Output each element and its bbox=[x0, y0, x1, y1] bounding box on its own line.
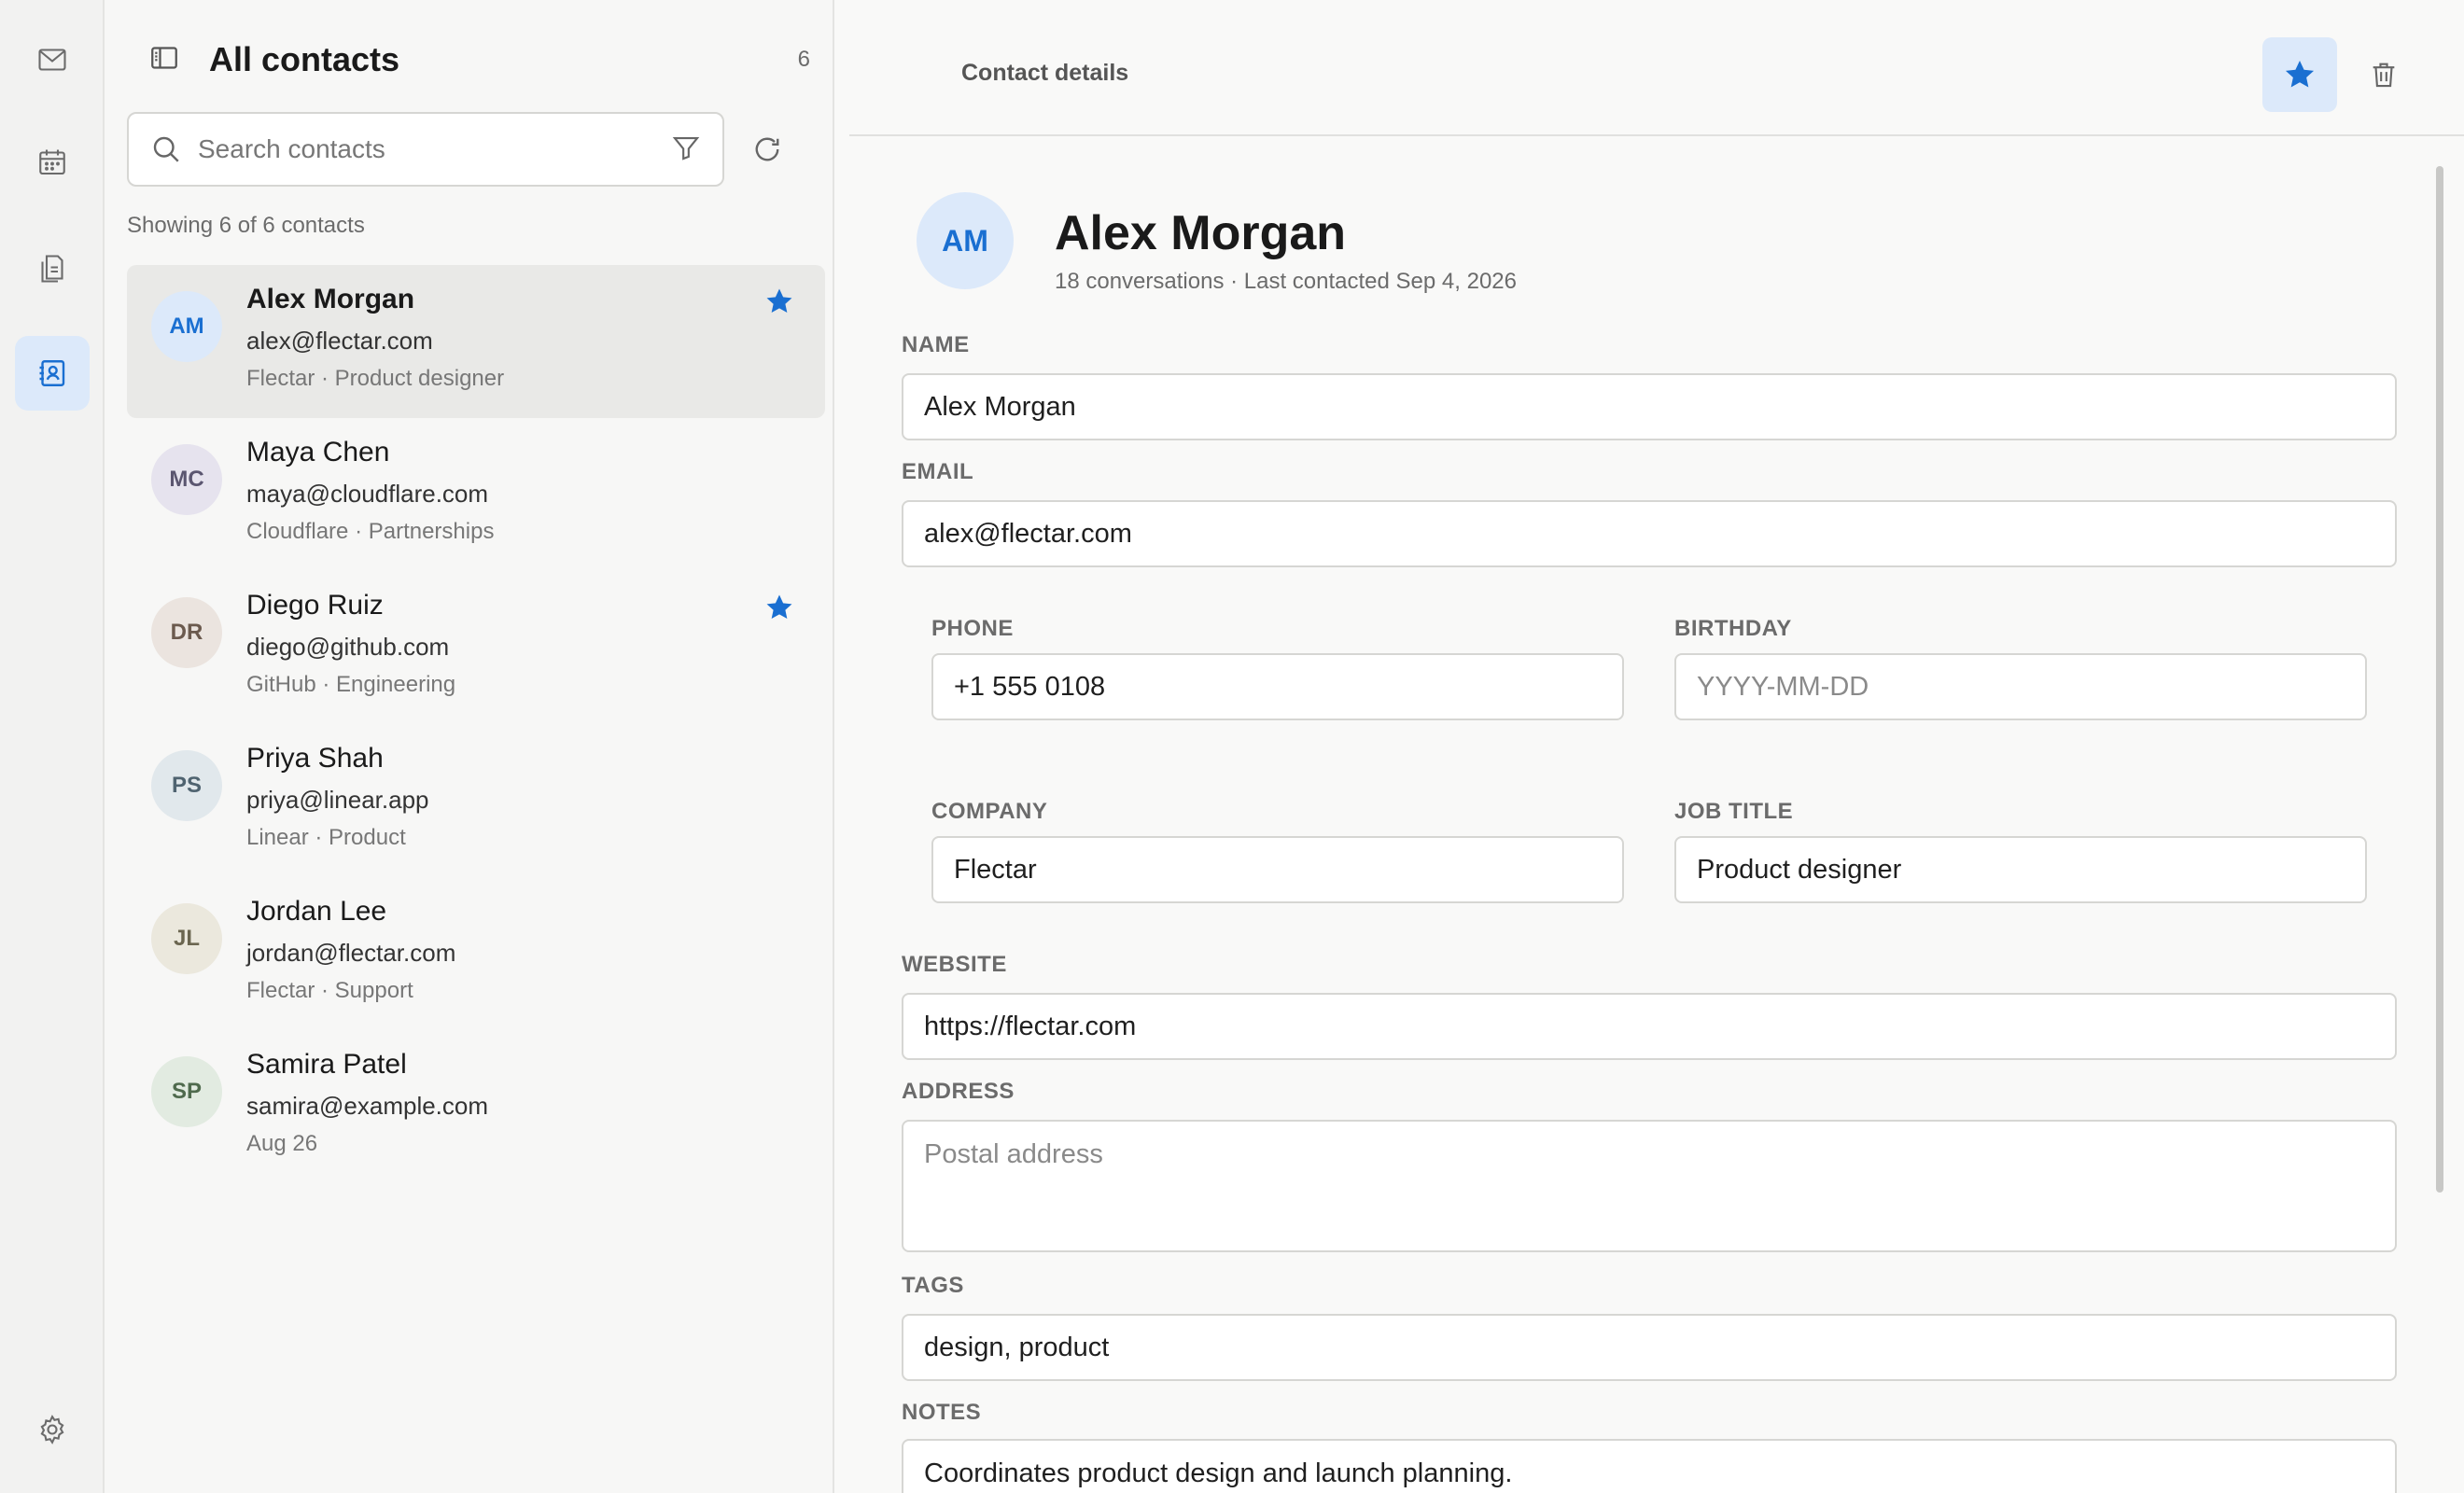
company-label: COMPANY bbox=[931, 799, 1048, 824]
contact-meta: Flectar · Product designer bbox=[246, 366, 505, 391]
contact-email: alex@flectar.com bbox=[246, 327, 433, 355]
sidebar-toggle-icon bbox=[151, 46, 177, 69]
favorite-button[interactable] bbox=[2262, 37, 2337, 112]
contacts-nav-button[interactable] bbox=[15, 336, 90, 411]
contact-email: samira@example.com bbox=[246, 1092, 489, 1120]
contact-name: Diego Ruiz bbox=[246, 590, 384, 621]
refresh-button[interactable] bbox=[745, 127, 790, 172]
mail-nav-button[interactable] bbox=[15, 22, 90, 97]
contact-list-pane: All contacts 6 Showing 6 of 6 contacts A… bbox=[105, 0, 834, 1493]
address-field[interactable] bbox=[902, 1120, 2397, 1252]
contact-avatar: AM bbox=[917, 192, 1014, 289]
contact-meta: Cloudflare · Partnerships bbox=[246, 519, 495, 544]
contact-meta: Linear · Product bbox=[246, 825, 406, 850]
contact-name: Alex Morgan bbox=[246, 284, 415, 314]
delete-button[interactable] bbox=[2361, 52, 2406, 97]
search-icon bbox=[153, 136, 179, 162]
mail-icon bbox=[38, 49, 66, 71]
contact-name: Samira Patel bbox=[246, 1049, 407, 1080]
contact-avatar: MC bbox=[151, 444, 222, 515]
detail-scrollbar[interactable] bbox=[2436, 166, 2443, 1193]
list-title: All contacts bbox=[209, 40, 400, 78]
app-rail bbox=[0, 0, 105, 1493]
calendar-icon bbox=[39, 149, 65, 175]
star-icon bbox=[2285, 60, 2315, 88]
contact-list-item[interactable]: DR Diego Ruiz diego@github.com GitHub · Eng… bbox=[127, 571, 825, 724]
showing-count: Showing 6 of 6 contacts bbox=[127, 213, 365, 238]
search-input[interactable] bbox=[198, 134, 670, 164]
contact-email: priya@linear.app bbox=[246, 786, 429, 814]
filter-button[interactable] bbox=[670, 132, 702, 168]
contact-list-item[interactable]: SP Samira Patel samira@example.com Aug 26 bbox=[127, 1030, 825, 1183]
contact-avatar: DR bbox=[151, 597, 222, 668]
contact-name-heading: Alex Morgan bbox=[1055, 206, 1347, 260]
birthday-field[interactable] bbox=[1674, 653, 2367, 720]
contacts-icon bbox=[39, 360, 65, 386]
contact-count: 6 bbox=[797, 47, 810, 72]
website-field[interactable] bbox=[902, 993, 2397, 1060]
sidebar-toggle-button[interactable] bbox=[147, 41, 181, 79]
contact-avatar: JL bbox=[151, 903, 222, 974]
contact-name: Priya Shah bbox=[246, 743, 384, 774]
star-icon[interactable] bbox=[763, 592, 795, 623]
website-label: WEBSITE bbox=[902, 952, 1007, 977]
documents-nav-button[interactable] bbox=[15, 231, 90, 306]
contact-avatar: SP bbox=[151, 1056, 222, 1127]
job-title-field[interactable] bbox=[1674, 836, 2367, 903]
contact-list-item[interactable]: AM Alex Morgan alex@flectar.com Flectar · P… bbox=[127, 265, 825, 418]
name-label: NAME bbox=[902, 332, 970, 357]
notes-label: NOTES bbox=[902, 1400, 982, 1425]
gear-icon bbox=[40, 1415, 64, 1444]
contact-avatar: AM bbox=[151, 291, 222, 362]
contact-email: maya@cloudflare.com bbox=[246, 480, 489, 508]
job-title-label: JOB TITLE bbox=[1674, 799, 1794, 824]
contact-meta: Aug 26 bbox=[246, 1131, 318, 1156]
contact-list-item[interactable]: MC Maya Chen maya@cloudflare.com Cloudflare… bbox=[127, 418, 825, 571]
documents-icon bbox=[41, 255, 63, 283]
trash-icon bbox=[2373, 63, 2395, 88]
contact-detail-pane: Contact details AM Alex Morgan 18 conver… bbox=[834, 0, 2464, 1493]
list-header: All contacts 6 bbox=[147, 34, 810, 86]
star-icon[interactable] bbox=[763, 286, 795, 317]
settings-nav-button[interactable] bbox=[15, 1392, 90, 1467]
address-label: ADDRESS bbox=[902, 1079, 1015, 1104]
tags-label: TAGS bbox=[902, 1273, 964, 1298]
detail-title: Contact details bbox=[961, 60, 1129, 86]
contact-list-item[interactable]: PS Priya Shah priya@linear.app Linear · Pro… bbox=[127, 724, 825, 877]
phone-label: PHONE bbox=[931, 616, 1014, 641]
contact-list-item[interactable]: JL Jordan Lee jordan@flectar.com Flectar · … bbox=[127, 877, 825, 1030]
contact-name: Jordan Lee bbox=[246, 896, 387, 927]
contact-avatar: PS bbox=[151, 750, 222, 821]
header-divider bbox=[849, 134, 2464, 136]
contact-meta: GitHub · Engineering bbox=[246, 672, 456, 697]
contact-list: AM Alex Morgan alex@flectar.com Flectar · P… bbox=[127, 265, 825, 1183]
notes-field[interactable]: Coordinates product design and launch pl… bbox=[902, 1439, 2397, 1493]
contact-name: Maya Chen bbox=[246, 437, 390, 467]
contact-summary: 18 conversations · Last contacted Sep 4,… bbox=[1055, 269, 1517, 294]
company-field[interactable] bbox=[931, 836, 1624, 903]
name-field[interactable] bbox=[902, 373, 2397, 440]
search-box bbox=[127, 112, 724, 187]
email-label: EMAIL bbox=[902, 459, 974, 484]
tags-field[interactable] bbox=[902, 1314, 2397, 1381]
refresh-icon bbox=[755, 137, 779, 161]
email-field[interactable] bbox=[902, 500, 2397, 567]
contact-email: diego@github.com bbox=[246, 633, 450, 661]
contact-meta: Flectar · Support bbox=[246, 978, 413, 1003]
filter-icon bbox=[672, 136, 700, 160]
birthday-label: BIRTHDAY bbox=[1674, 616, 1792, 641]
phone-field[interactable] bbox=[931, 653, 1624, 720]
calendar-nav-button[interactable] bbox=[15, 125, 90, 200]
contact-email: jordan@flectar.com bbox=[246, 939, 456, 967]
